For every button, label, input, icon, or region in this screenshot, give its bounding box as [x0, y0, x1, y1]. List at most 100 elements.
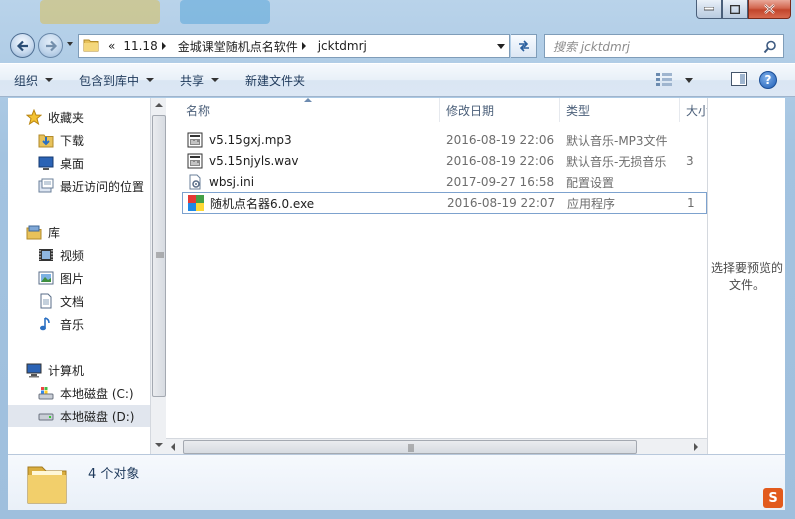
organize-menu[interactable]: 组织: [0, 64, 65, 96]
title-bar[interactable]: [0, 0, 795, 30]
chevron-down-icon: [146, 78, 155, 82]
file-modified: 2016-08-19 22:06: [446, 154, 555, 168]
file-list-horizontal-scrollbar[interactable]: [166, 438, 707, 454]
file-type: 配置设置: [566, 175, 615, 190]
background-decoration: [180, 0, 270, 24]
refresh-button[interactable]: [511, 34, 537, 58]
nav-computer[interactable]: 计算机: [26, 359, 84, 381]
maximize-icon: [730, 4, 740, 14]
scroll-left-icon[interactable]: [171, 443, 175, 451]
column-label: 修改日期: [446, 103, 495, 118]
nav-favorites[interactable]: 收藏夹: [25, 106, 84, 128]
folder-icon: [26, 461, 68, 508]
column-header-type[interactable]: 类型: [560, 98, 680, 122]
breadcrumb-separator-icon[interactable]: [301, 42, 306, 50]
breadcrumb-item[interactable]: 金城课堂随机点名软件: [174, 35, 314, 57]
new-folder-label: 新建文件夹: [245, 73, 306, 88]
column-header-name[interactable]: 名称: [180, 98, 440, 122]
search-placeholder: 搜索 jcktdmrj: [553, 39, 630, 54]
command-bar: 组织 包含到库中 共享 新建文件夹 ?: [0, 63, 795, 97]
file-name: v5.15gxj.mp3: [209, 133, 292, 147]
close-button[interactable]: [748, 0, 791, 19]
breadcrumb-item[interactable]: jcktdmrj: [314, 35, 371, 57]
maximize-button[interactable]: [722, 0, 748, 19]
close-icon: [764, 4, 775, 14]
file-name: 随机点名器6.0.exe: [210, 196, 315, 211]
file-row[interactable]: wbsj.ini 2017-09-27 16:58 配置设置: [182, 171, 707, 193]
nav-label: 桌面: [60, 156, 85, 171]
nav-music[interactable]: 音乐: [38, 313, 84, 335]
organize-label: 组织: [14, 73, 39, 88]
desktop-icon: [38, 155, 54, 171]
help-icon[interactable]: ?: [759, 71, 777, 89]
search-input[interactable]: 搜索 jcktdmrj: [544, 34, 784, 58]
share-menu[interactable]: 共享: [166, 64, 231, 96]
breadcrumb-overflow[interactable]: «: [104, 35, 119, 57]
column-label: 大小: [686, 103, 707, 118]
audio-file-icon: [187, 153, 203, 169]
file-name: v5.15njyls.wav: [209, 154, 299, 168]
file-row[interactable]: v5.15njyls.wav 2016-08-19 22:06 默认音乐-无损音…: [182, 150, 707, 172]
video-library-icon: [38, 247, 54, 263]
nav-downloads[interactable]: 下载: [38, 129, 84, 151]
search-icon[interactable]: [763, 40, 777, 57]
column-header-size[interactable]: 大小: [680, 98, 707, 122]
system-drive-icon: [38, 385, 54, 401]
preview-pane-icon[interactable]: [731, 71, 747, 89]
nav-libraries[interactable]: 库: [26, 221, 60, 243]
breadcrumb-item[interactable]: 11.18: [119, 35, 173, 57]
address-history-dropdown[interactable]: [497, 44, 505, 49]
include-in-library-label: 包含到库中: [79, 73, 140, 88]
scroll-up-icon[interactable]: [155, 103, 163, 107]
file-row-selected[interactable]: 随机点名器6.0.exe 2016-08-19 22:07 应用程序 1: [182, 192, 707, 214]
navigation-pane: 收藏夹 下载 桌面 最近访问的位置 库 视频 图片 文档 音乐 计算机 本地磁盘…: [8, 98, 150, 454]
grip-icon: [408, 444, 414, 452]
nav-drive-c[interactable]: 本地磁盘 (C:): [38, 382, 134, 404]
back-button[interactable]: [10, 33, 35, 58]
column-header-modified[interactable]: 修改日期: [440, 98, 560, 122]
star-icon: [25, 108, 43, 126]
scroll-down-icon[interactable]: [155, 443, 163, 447]
nav-label: 文档: [60, 294, 85, 309]
nav-pane-scrollbar[interactable]: [150, 98, 166, 454]
view-options-icon[interactable]: [655, 72, 673, 89]
nav-label: 计算机: [48, 363, 85, 378]
column-label: 名称: [186, 103, 211, 118]
breadcrumb-separator-icon[interactable]: [161, 42, 166, 50]
include-in-library-menu[interactable]: 包含到库中: [65, 64, 166, 96]
nav-label: 本地磁盘 (D:): [60, 409, 135, 424]
background-decoration: [40, 0, 160, 24]
nav-recent-places[interactable]: 最近访问的位置: [38, 175, 144, 197]
minimize-icon: [704, 7, 714, 11]
document-library-icon: [38, 293, 54, 309]
scrollbar-thumb[interactable]: [183, 440, 637, 454]
nav-label: 图片: [60, 271, 85, 286]
scrollbar-thumb[interactable]: [152, 115, 166, 397]
address-bar[interactable]: « 11.18 金城课堂随机点名软件 jcktdmrj: [78, 34, 510, 58]
nav-videos[interactable]: 视频: [38, 244, 84, 266]
file-row[interactable]: v5.15gxj.mp3 2016-08-19 22:06 默认音乐-MP3文件: [182, 129, 707, 151]
nav-pictures[interactable]: 图片: [38, 267, 84, 289]
nav-documents[interactable]: 文档: [38, 290, 84, 312]
window-controls: [696, 0, 791, 19]
file-name-cell: 随机点名器6.0.exe: [188, 195, 314, 212]
refresh-icon: [518, 40, 529, 52]
forward-button[interactable]: [38, 33, 63, 58]
file-modified: 2016-08-19 22:07: [447, 196, 556, 210]
minimize-button[interactable]: [696, 0, 722, 19]
new-folder-button[interactable]: 新建文件夹: [231, 64, 317, 96]
computer-icon: [26, 362, 42, 378]
nav-label: 库: [48, 225, 61, 240]
nav-desktop[interactable]: 桌面: [38, 152, 84, 174]
nav-label: 音乐: [60, 317, 85, 332]
recent-pages-dropdown[interactable]: [67, 42, 73, 46]
view-dropdown-icon[interactable]: [685, 77, 693, 83]
scroll-right-icon[interactable]: [694, 443, 698, 451]
breadcrumb-label: 金城课堂随机点名软件: [177, 39, 298, 54]
folder-icon: [83, 38, 99, 55]
download-folder-icon: [38, 132, 54, 148]
drive-icon: [38, 408, 54, 424]
recent-places-icon: [38, 178, 54, 194]
preview-message: 选择要预览的文件。: [710, 261, 783, 292]
nav-drive-d[interactable]: 本地磁盘 (D:): [8, 405, 150, 427]
